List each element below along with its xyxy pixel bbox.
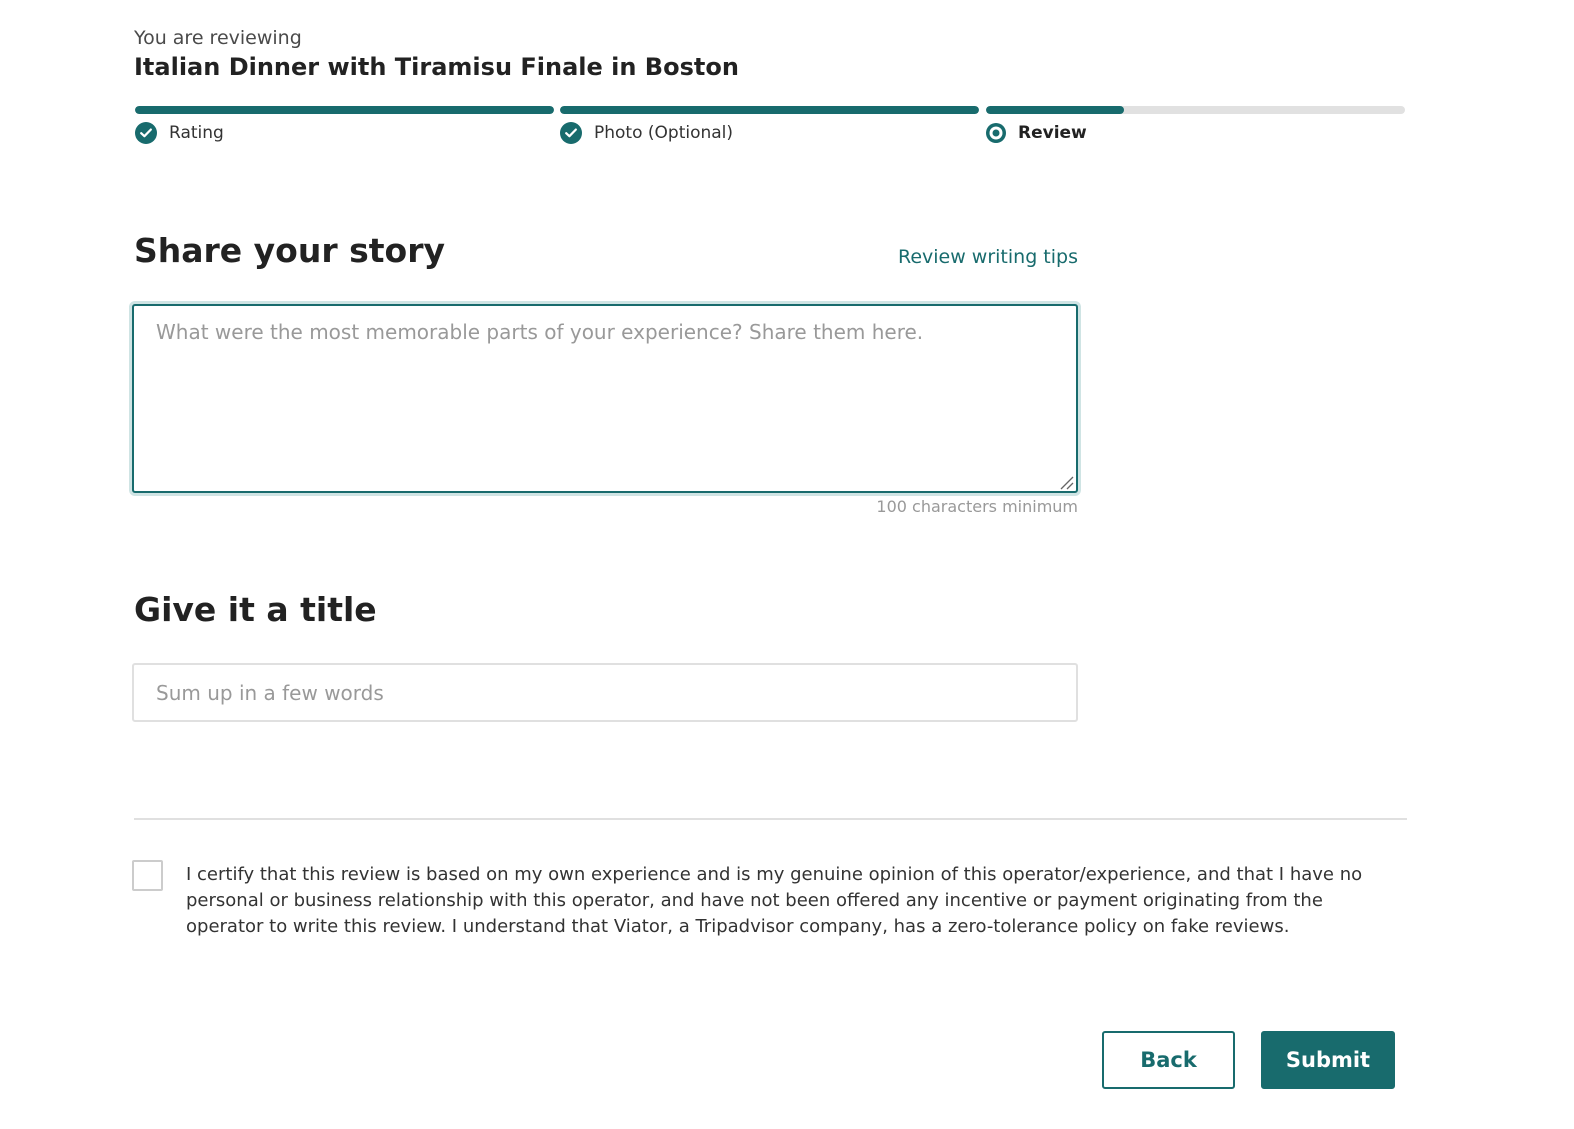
review-writing-tips-link[interactable]: Review writing tips	[880, 245, 1078, 269]
step-label: Review	[1018, 123, 1087, 143]
progress-fill	[986, 106, 1125, 114]
progress-segment-review	[986, 106, 1405, 114]
resize-grip-icon[interactable]	[1058, 474, 1074, 490]
step-rating: Rating	[135, 122, 224, 144]
title-input[interactable]	[132, 663, 1078, 722]
step-label: Rating	[169, 123, 224, 143]
certify-checkbox[interactable]	[132, 860, 163, 891]
check-icon	[135, 122, 157, 144]
step-photo: Photo (Optional)	[560, 122, 733, 144]
current-step-dot-icon	[986, 123, 1006, 143]
progress-fill	[135, 106, 554, 114]
story-heading: Share your story	[134, 231, 445, 270]
section-divider	[134, 818, 1407, 820]
experience-title: Italian Dinner with Tiramisu Finale in B…	[134, 53, 739, 81]
certify-text: I certify that this review is based on m…	[186, 864, 1363, 937]
progress-segment-photo	[560, 106, 979, 114]
story-textarea[interactable]	[132, 304, 1078, 493]
character-minimum-hint: 100 characters minimum	[876, 497, 1078, 516]
back-button[interactable]: Back	[1102, 1031, 1235, 1089]
check-icon	[560, 122, 582, 144]
progress-segment-rating	[135, 106, 554, 114]
step-label: Photo (Optional)	[594, 123, 734, 143]
step-review: Review	[986, 122, 1087, 144]
submit-button[interactable]: Submit	[1261, 1031, 1395, 1089]
title-heading: Give it a title	[134, 590, 377, 629]
progress-fill	[560, 106, 979, 114]
reviewing-label: You are reviewing	[134, 27, 302, 49]
